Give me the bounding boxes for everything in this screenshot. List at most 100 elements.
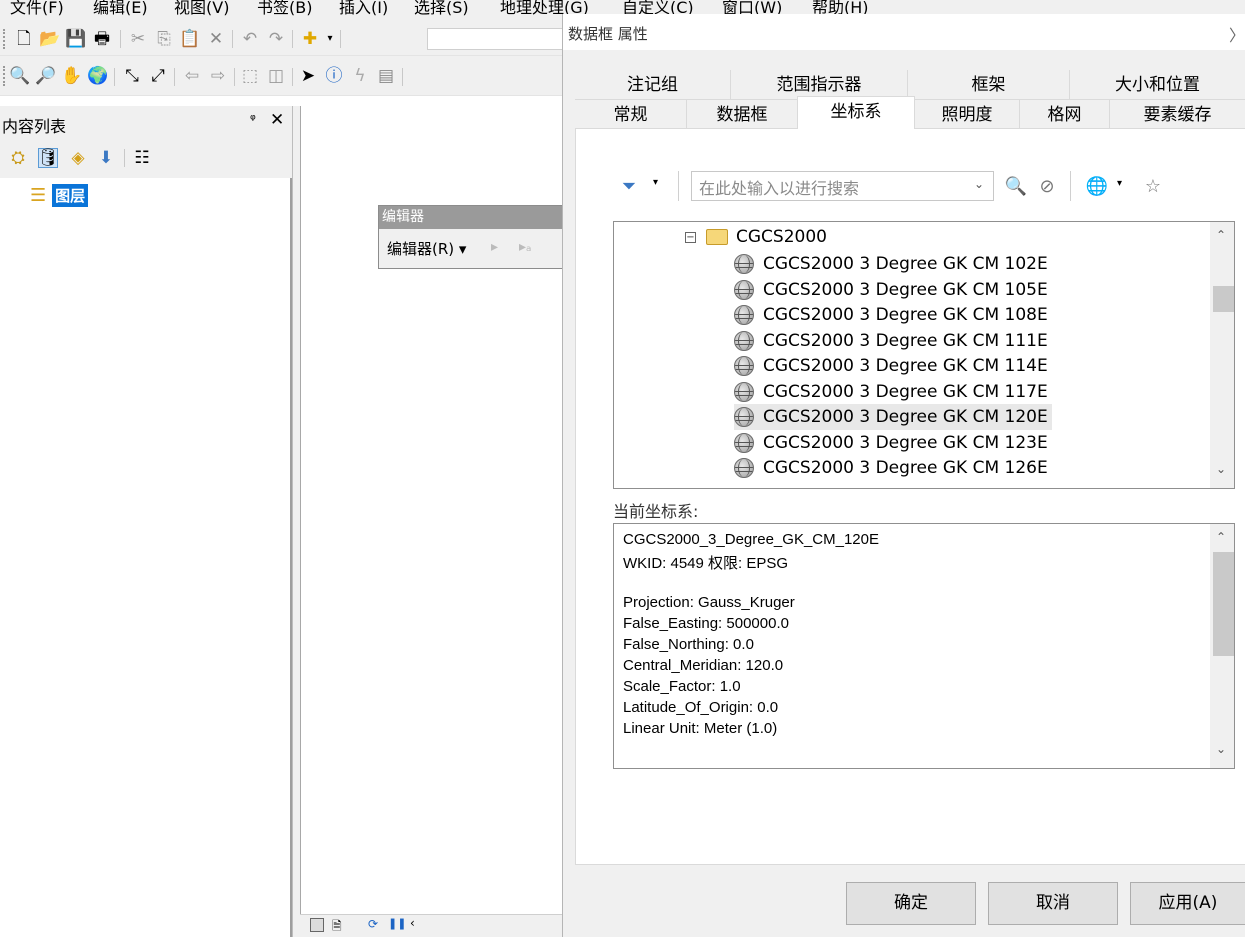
tree-item[interactable]: CGCS2000 3 Degree GK CM 114E [734,353,1048,379]
scroll-down-icon[interactable]: ⌄ [1216,742,1226,756]
data-view-icon[interactable] [310,918,324,932]
edit-annotation-icon[interactable]: ▸ₐ [519,239,532,255]
current-coordinate-system-details[interactable]: CGCS2000_3_Degree_GK_CM_120E WKID: 4549 … [613,523,1235,769]
refresh-icon[interactable]: ⟳ [368,917,378,931]
tree-item[interactable]: CGCS2000 3 Degree GK CM 123E [734,430,1048,456]
clear-search-icon[interactable]: ⊘ [1035,174,1059,198]
full-extent-icon[interactable]: 🌍 [87,66,108,86]
add-to-favorites-icon[interactable]: ☆ [1141,174,1165,198]
editor-toolbar-title[interactable]: 编辑器 [379,206,569,229]
add-coordinate-system-icon[interactable]: 🌐 [1085,174,1109,198]
save-icon[interactable]: 💾 [65,29,86,49]
menu-insert[interactable]: 插入(I) [339,0,388,18]
redo-icon[interactable]: ↷ [266,29,286,49]
cut-icon[interactable]: ✂ [128,29,148,49]
scrollbar-thumb[interactable] [1213,286,1234,312]
clear-selection-icon[interactable]: ◫ [266,66,286,86]
tab-frame[interactable]: 框架 [908,70,1070,100]
list-by-visibility-icon[interactable]: ◈ [68,148,88,168]
menu-edit[interactable]: 编辑(E) [93,0,148,18]
tab-size-and-position[interactable]: 大小和位置 [1070,70,1245,100]
menu-view[interactable]: 视图(V) [174,0,229,18]
cancel-button[interactable]: 取消 [988,882,1118,925]
scrollbar-thumb[interactable] [1213,552,1234,656]
pin-icon[interactable]: ᵠ [250,112,256,128]
forward-icon[interactable]: ⇨ [208,66,228,86]
new-document-icon[interactable]: 🗋 [14,29,34,49]
fixed-zoom-out-icon[interactable]: ⤢ [148,66,168,86]
scroll-up-icon[interactable]: ⌃ [1216,228,1226,242]
list-by-drawing-order-icon[interactable]: ⛭ [8,148,28,168]
close-icon[interactable]: 〉 [1229,22,1245,46]
html-popup-icon[interactable]: ▤ [376,66,396,86]
print-icon[interactable]: 🖶 [92,29,112,49]
menu-file[interactable]: 文件(F) [10,0,64,18]
copy-icon[interactable]: ⎘ [154,29,174,49]
editor-toolbar: 编辑器 编辑器(R) ▾ ▸ ▸ₐ [378,205,570,269]
coordinate-system-tree[interactable]: − CGCS2000 CGCS2000 3 Degree GK CM 102E … [613,221,1235,489]
pause-icon[interactable]: ❚❚ [388,917,406,930]
list-by-selection-icon[interactable]: ⬇ [96,148,116,168]
select-elements-icon[interactable]: ➤ [298,66,318,86]
zoom-out-icon[interactable]: 🔎 [35,66,56,86]
paste-icon[interactable]: 📋 [179,29,200,49]
dialog-titlebar[interactable]: 数据框 属性 〉 [563,14,1245,50]
collapse-icon[interactable]: − [685,231,696,243]
toolbar-grip[interactable] [3,66,6,86]
filter-dropdown-icon[interactable]: ▾ [653,177,658,188]
options-icon[interactable]: ☷ [132,148,152,168]
scroll-up-icon[interactable]: ⌃ [1216,530,1226,544]
hyperlink-icon[interactable]: ϟ [350,66,370,86]
edit-tool-icon[interactable]: ▸ [491,239,498,255]
fixed-zoom-in-icon[interactable]: ⤡ [122,66,142,86]
filter-icon[interactable]: ⏷ [617,174,641,198]
tree-item[interactable]: CGCS2000 3 Degree GK CM 117E [734,379,1048,405]
tab-data-frame[interactable]: 数据框 [687,100,798,130]
tab-general[interactable]: 常规 [575,100,687,130]
select-features-icon[interactable]: ⬚ [240,66,260,86]
tree-item[interactable]: CGCS2000 3 Degree GK CM 105E [734,277,1048,303]
tree-item[interactable]: CGCS2000 3 Degree GK CM 108E [734,302,1048,328]
tree-item[interactable]: CGCS2000 3 Degree GK CM 102E [734,251,1048,277]
toolbar-grip[interactable] [3,29,6,49]
add-coordinate-system-dropdown-icon[interactable]: ▾ [1117,178,1122,189]
back-icon[interactable]: ⇦ [182,66,202,86]
tree-item[interactable]: CGCS2000 3 Degree GK CM 126E [734,455,1048,481]
details-scrollbar[interactable]: ⌃ ⌄ [1210,524,1234,768]
search-icon[interactable]: 🔍 [1004,174,1028,198]
tab-coordinate-system[interactable]: 坐标系 [797,96,915,129]
open-folder-icon[interactable]: 📂 [39,29,60,49]
menu-selection[interactable]: 选择(S) [414,0,469,18]
ok-button[interactable]: 确定 [846,882,976,925]
search-input[interactable]: 在此处输入以进行搜索 [691,171,994,201]
scale-combo[interactable] [427,28,570,50]
scroll-left-icon[interactable]: ‹ [410,916,415,930]
tree-scrollbar[interactable]: ⌃ ⌄ [1210,222,1234,488]
layer-label[interactable]: 图层 [52,183,89,207]
projected-cs-icon [734,356,754,376]
tree-item[interactable]: CGCS2000 3 Degree GK CM 111E [734,328,1048,354]
scroll-down-icon[interactable]: ⌄ [1216,462,1226,476]
layout-view-icon[interactable]: 🗎 [332,917,342,937]
apply-button[interactable]: 应用(A) [1130,882,1245,925]
tree-item-selected[interactable]: CGCS2000 3 Degree GK CM 120E [734,404,1052,430]
undo-icon[interactable]: ↶ [240,29,260,49]
tree-folder-cgcs2000[interactable]: − CGCS2000 [685,224,827,250]
add-data-icon[interactable]: ✚ [300,29,320,49]
pan-icon[interactable]: ✋ [61,66,82,86]
tab-grids[interactable]: 格网 [1020,100,1110,130]
editor-menu-button[interactable]: 编辑器(R) ▾ [387,238,466,259]
tab-illumination[interactable]: 照明度 [915,100,1020,130]
close-icon[interactable]: ✕ [270,110,284,130]
add-data-dropdown-icon[interactable]: ▾ [320,29,340,49]
menu-bookmarks[interactable]: 书签(B) [257,0,312,18]
tab-annotation-groups[interactable]: 注记组 [575,70,731,100]
list-by-source-icon[interactable]: 🛢 [37,148,59,168]
layer-node[interactable]: ☰ 图层 [30,183,89,207]
zoom-in-icon[interactable]: 🔍 [9,66,30,86]
tab-feature-cache[interactable]: 要素缓存 [1110,100,1245,130]
delete-icon[interactable]: ✕ [206,29,226,49]
search-history-dropdown-icon[interactable]: ⌄ [974,177,984,191]
identify-icon[interactable]: ⓘ [324,66,344,86]
pane-splitter[interactable] [292,106,300,937]
